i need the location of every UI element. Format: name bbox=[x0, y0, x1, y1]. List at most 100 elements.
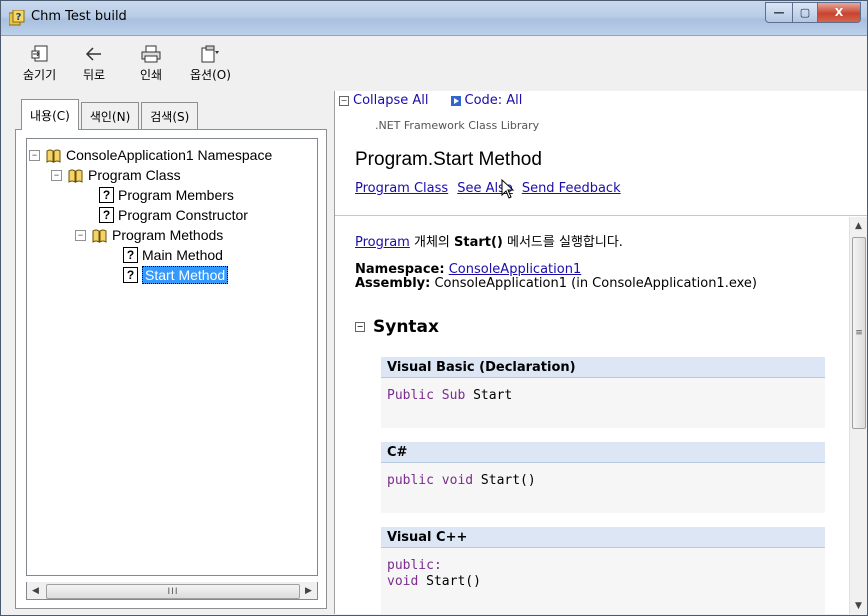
assembly-value: ConsoleApplication1 (in ConsoleApplicati… bbox=[434, 276, 757, 291]
code-block-csharp: C# public void Start() bbox=[381, 442, 825, 513]
collapse-icon[interactable]: − bbox=[29, 149, 40, 161]
print-icon bbox=[140, 44, 162, 64]
tree-label: Program Members bbox=[118, 187, 234, 203]
tab-search[interactable]: 검색(S) bbox=[141, 102, 199, 129]
code-snippet: public void Start() bbox=[381, 463, 825, 513]
contents-panel: − ConsoleApplication1 Namespace − Progra… bbox=[15, 129, 327, 609]
scroll-up-icon[interactable]: ▲ bbox=[850, 217, 867, 234]
code-text: Start() bbox=[418, 574, 481, 589]
tab-contents[interactable]: 내용(C) bbox=[21, 99, 79, 130]
back-icon bbox=[83, 44, 105, 64]
topic-header: − Collapse All Code: All .NET Framework … bbox=[335, 91, 867, 216]
options-icon bbox=[199, 44, 221, 64]
question-page-icon: ? bbox=[123, 267, 138, 283]
tree-node-program-constructor[interactable]: ? Program Constructor bbox=[99, 205, 248, 225]
collapse-all-icon[interactable]: − bbox=[339, 95, 349, 106]
maximize-button[interactable]: ▢ bbox=[793, 2, 818, 23]
content-vertical-scrollbar[interactable]: ▲ ≡ ▼ bbox=[849, 217, 867, 614]
help-icon: ? bbox=[9, 10, 25, 26]
print-button[interactable]: 인쇄 bbox=[140, 44, 162, 83]
code-keyword: void bbox=[387, 574, 419, 589]
topic-metadata: Namespace: ConsoleApplication1 Assembly:… bbox=[355, 263, 757, 291]
options-button[interactable]: 옵션(O) bbox=[190, 44, 231, 83]
program-link[interactable]: Program bbox=[355, 235, 410, 250]
back-label: 뒤로 bbox=[83, 68, 106, 82]
tab-index[interactable]: 색인(N) bbox=[80, 102, 140, 129]
hide-icon bbox=[29, 44, 51, 64]
navigation-pane: 내용(C) 색인(N) 검색(S) − ConsoleApplication1 … bbox=[15, 93, 327, 610]
chm-window: ? Chm Test build — ▢ X 숨기기 뒤로 인쇄 옵션(O) 내… bbox=[0, 0, 868, 616]
scroll-thumb[interactable]: ≡ bbox=[852, 237, 866, 429]
code-filter-link[interactable]: Code: All bbox=[465, 93, 523, 108]
desc-text: 개체의 bbox=[409, 235, 455, 250]
desc-text: 메서드를 실행합니다. bbox=[502, 235, 623, 250]
page-title: Program.Start Method bbox=[355, 149, 542, 170]
tree-node-program-methods[interactable]: − Program Methods bbox=[75, 225, 223, 245]
code-text: Start bbox=[465, 388, 513, 403]
syntax-heading: Syntax bbox=[373, 317, 439, 337]
tree-label: Main Method bbox=[142, 247, 223, 263]
window-title: Chm Test build bbox=[31, 9, 127, 24]
topic-controls: − Collapse All Code: All bbox=[339, 93, 522, 108]
tree-node-namespace[interactable]: − ConsoleApplication1 Namespace bbox=[29, 145, 272, 165]
nav-tabs: 내용(C) 색인(N) 검색(S) bbox=[21, 99, 200, 130]
namespace-label: Namespace: bbox=[355, 262, 445, 277]
svg-text:?: ? bbox=[16, 12, 22, 23]
hide-button[interactable]: 숨기기 bbox=[23, 44, 56, 83]
hide-label: 숨기기 bbox=[23, 68, 57, 82]
assembly-label: Assembly: bbox=[355, 276, 431, 291]
code-language: C# bbox=[381, 442, 825, 463]
namespace-link[interactable]: ConsoleApplication1 bbox=[449, 262, 582, 277]
title-bar[interactable]: ? Chm Test build — ▢ X bbox=[1, 1, 867, 36]
close-button[interactable]: X bbox=[818, 2, 861, 23]
code-filter-icon[interactable] bbox=[450, 95, 461, 106]
tree-label: ConsoleApplication1 Namespace bbox=[66, 147, 273, 163]
question-page-icon: ? bbox=[99, 187, 114, 203]
book-icon bbox=[68, 169, 83, 183]
scroll-left-icon[interactable]: ◀ bbox=[27, 582, 44, 599]
toolbar: 숨기기 뒤로 인쇄 옵션(O) bbox=[1, 36, 867, 90]
code-block-vb: Visual Basic (Declaration) Public Sub St… bbox=[381, 357, 825, 428]
desc-method: Start() bbox=[454, 235, 503, 250]
tree-node-main-method[interactable]: ? Main Method bbox=[123, 245, 223, 265]
code-keyword: Public Sub bbox=[387, 388, 466, 403]
code-language: Visual Basic (Declaration) bbox=[381, 357, 825, 378]
collapse-icon[interactable]: − bbox=[51, 169, 62, 181]
scroll-right-icon[interactable]: ▶ bbox=[300, 582, 317, 599]
scroll-down-icon[interactable]: ▼ bbox=[850, 597, 867, 614]
options-label: 옵션(O) bbox=[190, 68, 231, 82]
library-name: .NET Framework Class Library bbox=[375, 119, 540, 132]
code-text: Start() bbox=[473, 473, 536, 488]
collapse-all-link[interactable]: Collapse All bbox=[353, 93, 429, 108]
topic-body: Program 개체의 Start() 메서드를 실행합니다. Namespac… bbox=[335, 217, 850, 614]
topic-content: − Collapse All Code: All .NET Framework … bbox=[334, 91, 867, 614]
code-language: Visual C++ bbox=[381, 527, 825, 548]
back-button[interactable]: 뒤로 bbox=[83, 44, 105, 83]
book-icon bbox=[46, 149, 61, 163]
print-label: 인쇄 bbox=[140, 68, 163, 82]
tree-node-program-members[interactable]: ? Program Members bbox=[99, 185, 234, 205]
tree-label: Program Class bbox=[88, 167, 181, 183]
contents-tree[interactable]: − ConsoleApplication1 Namespace − Progra… bbox=[26, 138, 318, 576]
book-icon bbox=[92, 229, 107, 243]
minimize-button[interactable]: — bbox=[765, 2, 793, 23]
mouse-cursor-icon bbox=[501, 179, 515, 199]
question-page-icon: ? bbox=[99, 207, 114, 223]
code-snippet: public: void Start() bbox=[381, 548, 825, 614]
send-feedback-link[interactable]: Send Feedback bbox=[522, 181, 621, 196]
program-class-link[interactable]: Program Class bbox=[355, 181, 448, 196]
tree-horizontal-scrollbar[interactable]: ◀ III ▶ bbox=[26, 582, 318, 600]
window-controls: — ▢ X bbox=[765, 2, 861, 23]
collapse-icon[interactable]: − bbox=[355, 322, 365, 332]
tree-label: Program Constructor bbox=[118, 207, 248, 223]
tree-node-program-class[interactable]: − Program Class bbox=[51, 165, 181, 185]
topic-description: Program 개체의 Start() 메서드를 실행합니다. bbox=[355, 231, 623, 250]
code-keyword: public: bbox=[387, 558, 442, 573]
syntax-section-header[interactable]: − Syntax bbox=[355, 317, 439, 337]
scroll-thumb[interactable]: III bbox=[46, 584, 300, 599]
tree-label: Program Methods bbox=[112, 227, 224, 243]
tree-label-selected: Start Method bbox=[142, 266, 229, 284]
collapse-icon[interactable]: − bbox=[75, 229, 86, 241]
topic-links: Program Class See Also Send Feedback bbox=[355, 181, 621, 196]
tree-node-start-method[interactable]: ? Start Method bbox=[123, 265, 229, 285]
